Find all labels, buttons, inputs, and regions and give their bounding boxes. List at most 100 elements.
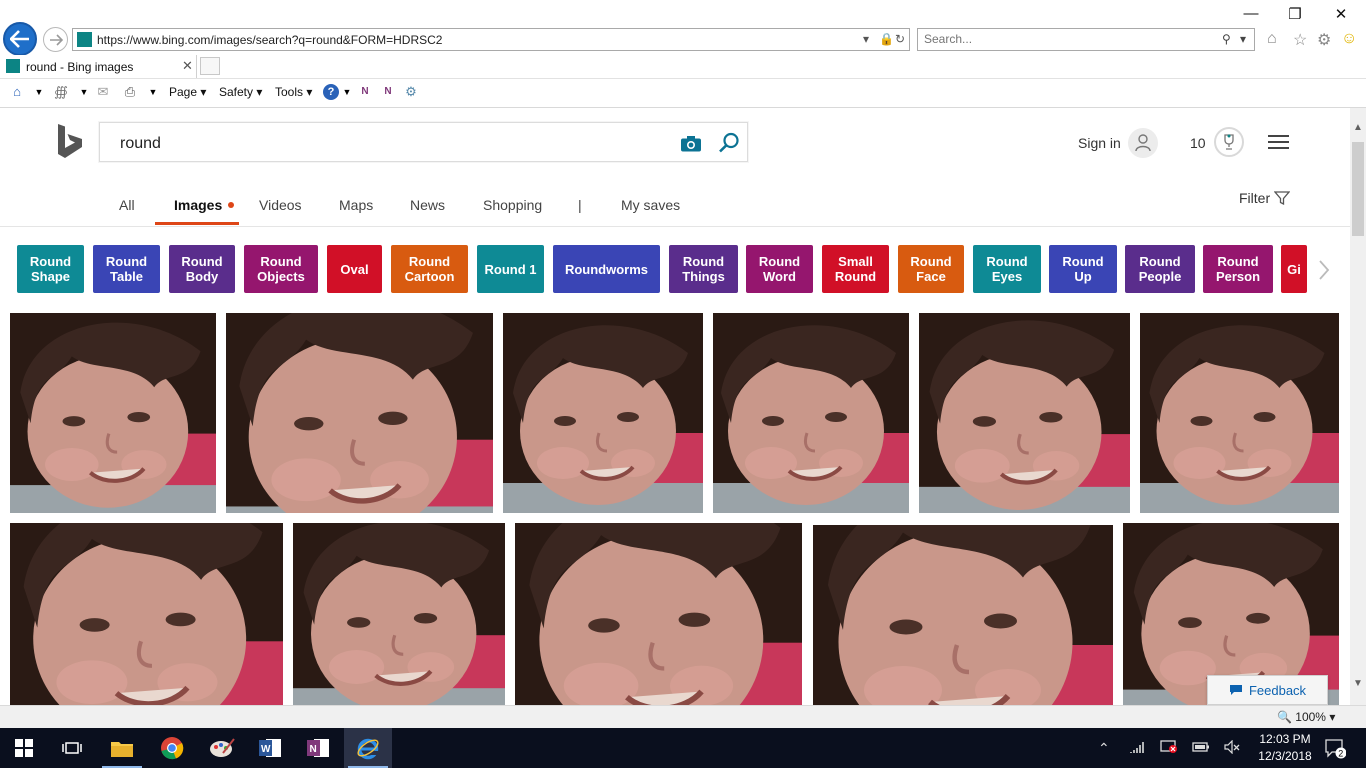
lock-icon[interactable]: 🔒: [879, 32, 894, 46]
related-search-chip[interactable]: Small Round: [822, 245, 889, 293]
print-icon[interactable]: ⎙: [122, 84, 138, 100]
home-icon[interactable]: ⌂: [9, 84, 25, 100]
image-result[interactable]: [10, 523, 283, 705]
filter-button[interactable]: Filter: [1239, 190, 1291, 206]
browser-search-box[interactable]: ⚲ ▾: [917, 28, 1255, 51]
address-dropdown-icon[interactable]: ▾: [863, 32, 869, 46]
show-hidden-icons[interactable]: ⌃: [1098, 740, 1110, 757]
vertical-scrollbar[interactable]: ▲ ▼: [1350, 108, 1366, 705]
new-tab-button[interactable]: [200, 57, 220, 75]
scrollbar-thumb[interactable]: [1352, 142, 1364, 236]
onenote-linked-icon[interactable]: N: [380, 84, 396, 100]
sign-in-link[interactable]: Sign in: [1078, 135, 1121, 151]
onenote-icon[interactable]: N: [294, 728, 342, 768]
related-search-chip[interactable]: Round Up: [1049, 245, 1117, 293]
tab-shopping[interactable]: Shopping: [483, 197, 542, 213]
image-result[interactable]: [1140, 313, 1339, 513]
gear-icon[interactable]: ⚙: [1317, 30, 1331, 50]
task-view-icon[interactable]: [48, 728, 96, 768]
settings-gear-icon[interactable]: ⚙: [403, 84, 419, 100]
star-icon[interactable]: ☆: [1293, 30, 1307, 50]
image-result[interactable]: [813, 525, 1113, 705]
related-search-chip[interactable]: Round Shape: [17, 245, 84, 293]
feedback-button[interactable]: Feedback: [1207, 675, 1328, 705]
image-result[interactable]: [515, 523, 802, 705]
related-search-chip[interactable]: Round Eyes: [973, 245, 1041, 293]
address-url[interactable]: https://www.bing.com/images/search?q=rou…: [97, 33, 442, 47]
search-dropdown-icon[interactable]: ▾: [1240, 32, 1246, 46]
file-explorer-icon[interactable]: [98, 728, 146, 768]
menu-page[interactable]: Page ▾: [169, 85, 206, 99]
related-search-chip[interactable]: Round Objects: [244, 245, 318, 293]
browser-search-input[interactable]: [924, 32, 1204, 46]
mail-icon[interactable]: ✉: [95, 84, 111, 100]
word-icon[interactable]: W: [246, 728, 294, 768]
tab-bing-images[interactable]: round - Bing images ✕: [0, 55, 197, 78]
camera-icon[interactable]: [680, 135, 702, 157]
internet-explorer-icon[interactable]: [344, 728, 392, 768]
query-text[interactable]: round: [120, 135, 161, 153]
related-search-chip[interactable]: Round Face: [898, 245, 964, 293]
forward-button[interactable]: [43, 27, 68, 52]
paint-icon[interactable]: [198, 728, 246, 768]
close-window-button[interactable]: ✕: [1321, 5, 1361, 23]
minimize-button[interactable]: —: [1231, 5, 1271, 23]
volume-muted-icon[interactable]: [1224, 739, 1240, 757]
clock[interactable]: 12:03 PM 12/3/2018: [1254, 731, 1316, 765]
scroll-down-icon[interactable]: ▼: [1353, 678, 1363, 689]
related-search-chip[interactable]: Round Cartoon: [391, 245, 468, 293]
related-search-chip[interactable]: Round Things: [669, 245, 738, 293]
related-search-chip[interactable]: Round Table: [93, 245, 160, 293]
home-icon[interactable]: ⌂: [1267, 30, 1277, 48]
dropdown-icon[interactable]: ▼: [76, 84, 92, 100]
image-result[interactable]: [503, 313, 703, 513]
bing-logo[interactable]: [56, 124, 84, 165]
wifi-icon[interactable]: [1130, 740, 1146, 757]
chrome-icon[interactable]: [148, 728, 196, 768]
related-search-chip[interactable]: Round Word: [746, 245, 813, 293]
onenote-icon[interactable]: N: [357, 84, 373, 100]
search-icon[interactable]: [718, 132, 740, 159]
battery-icon[interactable]: [1192, 740, 1210, 756]
action-center-icon[interactable]: 2: [1324, 737, 1347, 762]
dropdown-icon[interactable]: ▼: [339, 84, 355, 100]
tab-maps[interactable]: Maps: [339, 197, 373, 213]
tab-videos[interactable]: Videos: [259, 197, 302, 213]
query-box[interactable]: round: [99, 122, 748, 162]
zoom-level[interactable]: 🔍 100% ▾: [1277, 710, 1335, 724]
tab-all[interactable]: All: [119, 197, 135, 213]
scroll-up-icon[interactable]: ▲: [1353, 122, 1363, 133]
image-result[interactable]: [226, 313, 493, 513]
smiley-icon[interactable]: ☺: [1341, 30, 1357, 48]
chevron-right-icon[interactable]: [1310, 256, 1338, 284]
related-search-chip[interactable]: Round Person: [1203, 245, 1273, 293]
feeds-icon[interactable]: ∰: [53, 84, 69, 100]
related-search-chip[interactable]: Roundworms: [553, 245, 660, 293]
dropdown-icon[interactable]: ▼: [145, 84, 161, 100]
image-result[interactable]: [10, 313, 216, 513]
image-result[interactable]: [713, 313, 909, 513]
restore-button[interactable]: ❐: [1275, 5, 1315, 23]
avatar[interactable]: [1128, 128, 1158, 158]
tab-images[interactable]: Images: [174, 197, 222, 213]
related-search-chip[interactable]: Round People: [1125, 245, 1195, 293]
trophy-icon[interactable]: [1214, 127, 1244, 157]
tab-news[interactable]: News: [410, 197, 445, 213]
refresh-icon[interactable]: ↻: [895, 32, 905, 46]
related-search-chip[interactable]: Gi: [1281, 245, 1307, 293]
address-bar[interactable]: https://www.bing.com/images/search?q=rou…: [72, 28, 910, 51]
rewards-count[interactable]: 10: [1190, 135, 1206, 151]
windows-start-icon[interactable]: [0, 728, 48, 768]
related-search-chip[interactable]: Round Body: [169, 245, 235, 293]
security-alert-icon[interactable]: [1160, 740, 1178, 757]
help-icon[interactable]: ?: [323, 84, 339, 100]
search-icon[interactable]: ⚲: [1222, 32, 1231, 46]
menu-safety[interactable]: Safety ▾: [219, 85, 262, 99]
hamburger-icon[interactable]: [1268, 135, 1289, 149]
close-tab-icon[interactable]: ✕: [182, 58, 193, 74]
dropdown-icon[interactable]: ▼: [31, 84, 47, 100]
related-search-chip[interactable]: Oval: [327, 245, 382, 293]
tab-my-saves[interactable]: My saves: [621, 197, 680, 213]
image-result[interactable]: [919, 313, 1130, 513]
image-result[interactable]: [293, 523, 505, 705]
